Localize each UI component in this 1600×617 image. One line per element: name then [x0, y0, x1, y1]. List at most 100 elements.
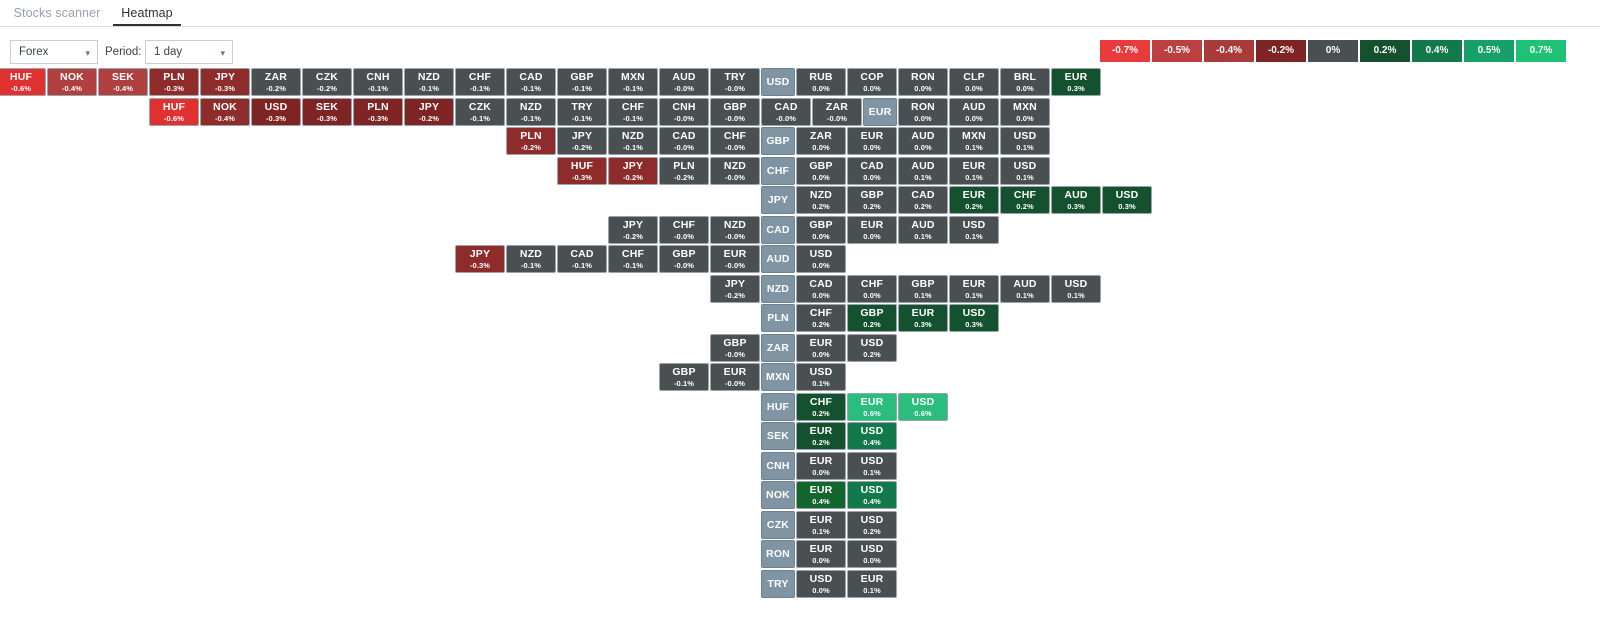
- heatmap-anchor-aud[interactable]: AUD: [761, 245, 795, 273]
- heatmap-cell-cad-jpy[interactable]: JPY -0.2%: [608, 215, 658, 244]
- heatmap-cell-cad-gbp[interactable]: GBP 0.0%: [796, 215, 846, 244]
- heatmap-cell-sek-eur[interactable]: EUR 0.2%: [796, 422, 846, 450]
- heatmap-cell-usd-jpy[interactable]: JPY -0.3%: [200, 68, 250, 96]
- heatmap-cell-jpy-aud[interactable]: AUD 0.3%: [1051, 186, 1101, 214]
- heatmap-cell-eur-huf[interactable]: HUF -0.6%: [149, 97, 199, 126]
- heatmap-cell-eur-cnh[interactable]: CNH -0.0%: [659, 97, 709, 126]
- heatmap-cell-mxn-gbp[interactable]: GBP -0.1%: [659, 363, 709, 391]
- heatmap-anchor-pln[interactable]: PLN: [761, 304, 795, 332]
- heatmap-cell-eur-cad[interactable]: CAD -0.0%: [761, 97, 811, 126]
- heatmap-cell-gbp-mxn[interactable]: MXN 0.1%: [949, 127, 999, 155]
- heatmap-cell-eur-usd[interactable]: USD -0.3%: [251, 97, 301, 126]
- heatmap-cell-usd-pln[interactable]: PLN -0.3%: [149, 68, 199, 96]
- heatmap-cell-huf-eur[interactable]: EUR 0.6%: [847, 392, 897, 421]
- heatmap-cell-eur-nzd[interactable]: NZD -0.1%: [506, 97, 556, 126]
- heatmap-cell-jpy-usd[interactable]: USD 0.3%: [1102, 186, 1152, 214]
- heatmap-cell-eur-gbp[interactable]: GBP -0.0%: [710, 97, 760, 126]
- heatmap-cell-usd-chf[interactable]: CHF -0.1%: [455, 68, 505, 96]
- heatmap-anchor-eur[interactable]: EUR: [863, 97, 897, 126]
- heatmap-cell-cad-aud[interactable]: AUD 0.1%: [898, 215, 948, 244]
- heatmap-cell-usd-clp[interactable]: CLP 0.0%: [949, 68, 999, 96]
- heatmap-cell-chf-gbp[interactable]: GBP 0.0%: [796, 156, 846, 185]
- heatmap-anchor-gbp[interactable]: GBP: [761, 127, 795, 155]
- heatmap-cell-gbp-eur[interactable]: EUR 0.0%: [847, 127, 897, 155]
- heatmap-cell-mxn-eur[interactable]: EUR -0.0%: [710, 363, 760, 391]
- heatmap-cell-usd-cnh[interactable]: CNH -0.1%: [353, 68, 403, 96]
- heatmap-cell-chf-eur[interactable]: EUR 0.1%: [949, 156, 999, 185]
- heatmap-cell-usd-nzd[interactable]: NZD -0.1%: [404, 68, 454, 96]
- heatmap-cell-sek-usd[interactable]: USD 0.4%: [847, 422, 897, 450]
- heatmap-cell-eur-jpy[interactable]: JPY -0.2%: [404, 97, 454, 126]
- heatmap-cell-usd-ron[interactable]: RON 0.0%: [898, 68, 948, 96]
- heatmap-cell-eur-chf[interactable]: CHF -0.1%: [608, 97, 658, 126]
- heatmap-anchor-cad[interactable]: CAD: [761, 215, 795, 244]
- heatmap-cell-gbp-zar[interactable]: ZAR 0.0%: [796, 127, 846, 155]
- heatmap-cell-eur-aud[interactable]: AUD 0.0%: [949, 97, 999, 126]
- heatmap-cell-try-eur[interactable]: EUR 0.1%: [847, 569, 897, 598]
- heatmap-cell-jpy-eur[interactable]: EUR 0.2%: [949, 186, 999, 214]
- heatmap-anchor-nok[interactable]: NOK: [761, 481, 795, 509]
- heatmap-cell-aud-jpy[interactable]: JPY -0.3%: [455, 245, 505, 273]
- heatmap-cell-aud-cad[interactable]: CAD -0.1%: [557, 245, 607, 273]
- heatmap-cell-chf-jpy[interactable]: JPY -0.2%: [608, 156, 658, 185]
- heatmap-cell-pln-gbp[interactable]: GBP 0.2%: [847, 304, 897, 332]
- heatmap-cell-eur-sek[interactable]: SEK -0.3%: [302, 97, 352, 126]
- heatmap-cell-eur-zar[interactable]: ZAR -0.0%: [812, 97, 862, 126]
- heatmap-anchor-nzd[interactable]: NZD: [761, 274, 795, 303]
- heatmap-cell-gbp-aud[interactable]: AUD 0.0%: [898, 127, 948, 155]
- heatmap-cell-chf-aud[interactable]: AUD 0.1%: [898, 156, 948, 185]
- heatmap-cell-eur-nok[interactable]: NOK -0.4%: [200, 97, 250, 126]
- heatmap-cell-mxn-usd[interactable]: USD 0.1%: [796, 363, 846, 391]
- heatmap-cell-nzd-chf[interactable]: CHF 0.0%: [847, 274, 897, 303]
- heatmap-cell-usd-nok[interactable]: NOK -0.4%: [47, 68, 97, 96]
- heatmap-cell-gbp-pln[interactable]: PLN -0.2%: [506, 127, 556, 155]
- heatmap-cell-usd-mxn[interactable]: MXN -0.1%: [608, 68, 658, 96]
- heatmap-cell-jpy-gbp[interactable]: GBP 0.2%: [847, 186, 897, 214]
- heatmap-cell-zar-eur[interactable]: EUR 0.0%: [796, 333, 846, 362]
- heatmap-cell-nzd-jpy[interactable]: JPY -0.2%: [710, 274, 760, 303]
- heatmap-cell-aud-usd[interactable]: USD 0.0%: [796, 245, 846, 273]
- period-select[interactable]: 1 day ▾: [145, 40, 233, 64]
- heatmap-cell-cad-eur[interactable]: EUR 0.0%: [847, 215, 897, 244]
- heatmap-cell-nzd-cad[interactable]: CAD 0.0%: [796, 274, 846, 303]
- heatmap-cell-nok-usd[interactable]: USD 0.4%: [847, 481, 897, 509]
- heatmap-anchor-cnh[interactable]: CNH: [761, 451, 795, 480]
- heatmap-cell-aud-eur[interactable]: EUR -0.0%: [710, 245, 760, 273]
- heatmap-anchor-usd[interactable]: USD: [761, 68, 795, 96]
- heatmap-cell-chf-huf[interactable]: HUF -0.3%: [557, 156, 607, 185]
- heatmap-anchor-mxn[interactable]: MXN: [761, 363, 795, 391]
- heatmap-cell-eur-ron[interactable]: RON 0.0%: [898, 97, 948, 126]
- heatmap-cell-pln-usd[interactable]: USD 0.3%: [949, 304, 999, 332]
- tab-heatmap[interactable]: Heatmap: [113, 2, 181, 26]
- heatmap-cell-huf-chf[interactable]: CHF 0.2%: [796, 392, 846, 421]
- heatmap-cell-eur-pln[interactable]: PLN -0.3%: [353, 97, 403, 126]
- heatmap-anchor-jpy[interactable]: JPY: [761, 186, 795, 214]
- heatmap-anchor-chf[interactable]: CHF: [761, 156, 795, 185]
- heatmap-cell-usd-aud[interactable]: AUD -0.0%: [659, 68, 709, 96]
- heatmap-anchor-sek[interactable]: SEK: [761, 422, 795, 450]
- heatmap-cell-aud-chf[interactable]: CHF -0.1%: [608, 245, 658, 273]
- heatmap-cell-ron-eur[interactable]: EUR 0.0%: [796, 540, 846, 568]
- heatmap-cell-gbp-usd[interactable]: USD 0.1%: [1000, 127, 1050, 155]
- heatmap-cell-aud-gbp[interactable]: GBP -0.0%: [659, 245, 709, 273]
- heatmap-cell-try-usd[interactable]: USD 0.0%: [796, 569, 846, 598]
- heatmap-anchor-ron[interactable]: RON: [761, 540, 795, 568]
- heatmap-cell-jpy-cad[interactable]: CAD 0.2%: [898, 186, 948, 214]
- heatmap-cell-cad-usd[interactable]: USD 0.1%: [949, 215, 999, 244]
- heatmap-anchor-huf[interactable]: HUF: [761, 392, 795, 421]
- heatmap-cell-zar-gbp[interactable]: GBP -0.0%: [710, 333, 760, 362]
- heatmap-cell-gbp-cad[interactable]: CAD -0.0%: [659, 127, 709, 155]
- heatmap-cell-chf-nzd[interactable]: NZD -0.0%: [710, 156, 760, 185]
- heatmap-cell-cnh-eur[interactable]: EUR 0.0%: [796, 451, 846, 480]
- heatmap-cell-usd-try[interactable]: TRY -0.0%: [710, 68, 760, 96]
- heatmap-anchor-try[interactable]: TRY: [761, 569, 795, 598]
- tab-stocks-scanner[interactable]: Stocks scanner: [8, 2, 106, 26]
- heatmap-cell-czk-usd[interactable]: USD 0.2%: [847, 510, 897, 539]
- heatmap-cell-usd-rub[interactable]: RUB 0.0%: [796, 68, 846, 96]
- heatmap-cell-usd-gbp[interactable]: GBP -0.1%: [557, 68, 607, 96]
- heatmap-cell-eur-czk[interactable]: CZK -0.1%: [455, 97, 505, 126]
- heatmap-cell-zar-usd[interactable]: USD 0.2%: [847, 333, 897, 362]
- heatmap-cell-usd-czk[interactable]: CZK -0.2%: [302, 68, 352, 96]
- heatmap-cell-chf-pln[interactable]: PLN -0.2%: [659, 156, 709, 185]
- heatmap-cell-huf-usd[interactable]: USD 0.6%: [898, 392, 948, 421]
